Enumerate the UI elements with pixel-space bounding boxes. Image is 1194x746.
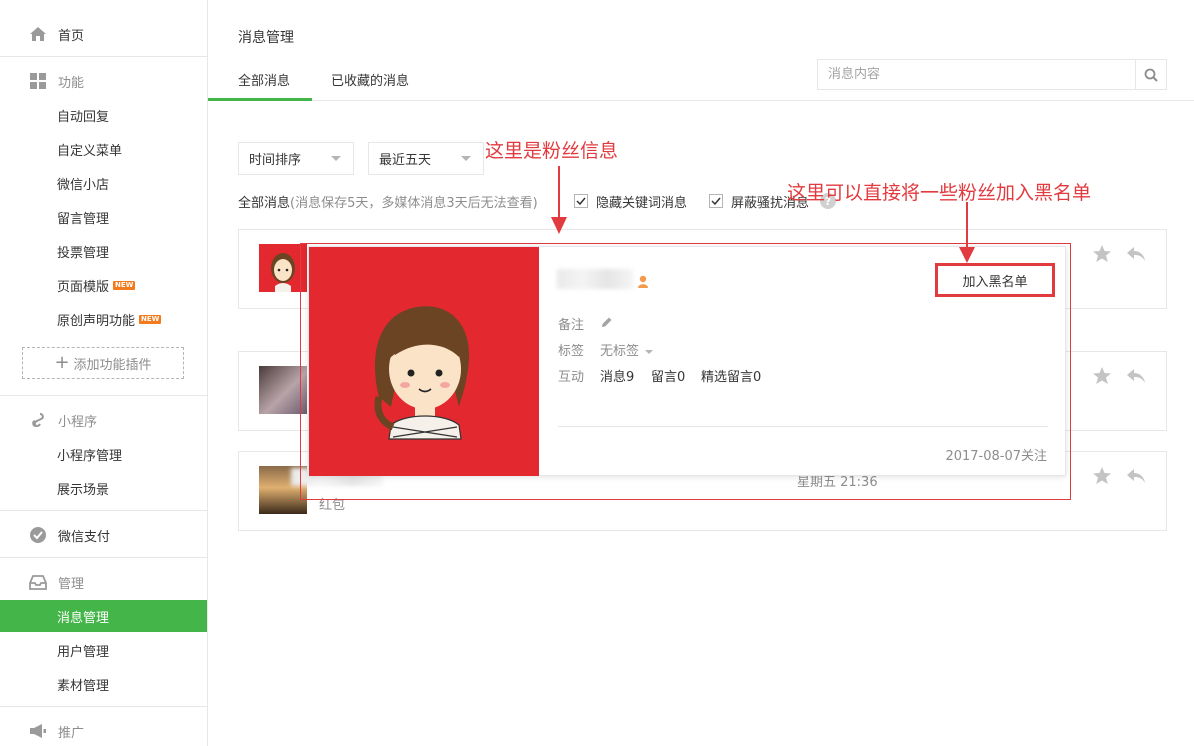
annotation-arrows: [551, 166, 975, 263]
arrowhead-icon: [959, 247, 975, 263]
arrowhead-icon: [551, 217, 567, 234]
